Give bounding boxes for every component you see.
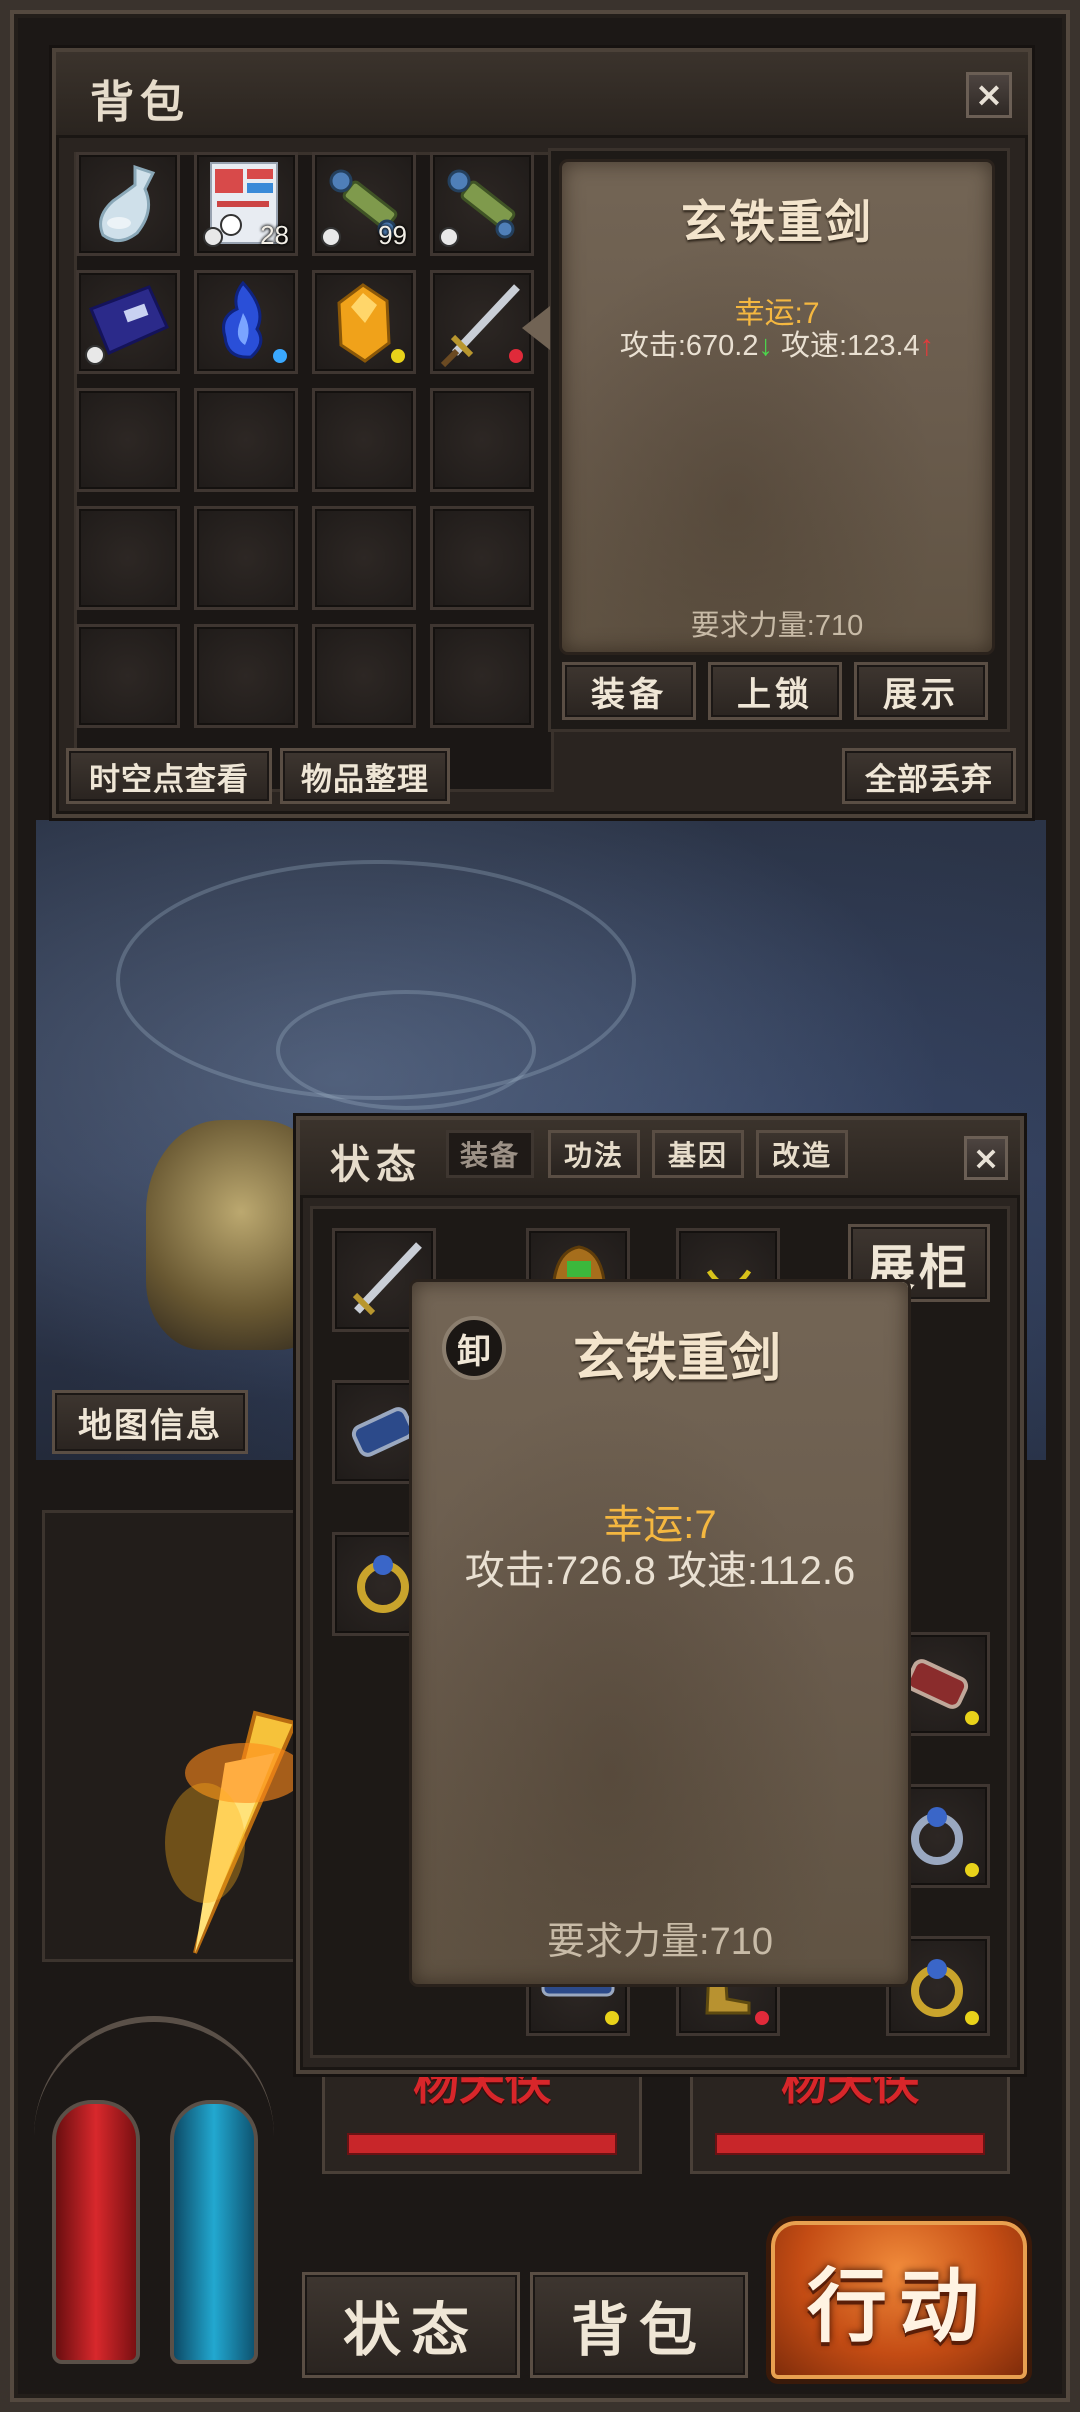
tooltip-item-name: 玄铁重剑 <box>572 1329 781 1389</box>
item-count: 28 <box>260 220 289 250</box>
tab-modify-label: 改造 <box>771 1139 832 1172</box>
equip-button[interactable]: 装备 <box>562 662 696 720</box>
socket-dot-icon <box>509 349 523 363</box>
bag-slot-sword[interactable] <box>430 270 534 374</box>
show-button[interactable]: 展示 <box>854 662 988 720</box>
flaming-sword-icon <box>165 1710 305 1954</box>
tooltip-stats: 攻击:726.8 攻速:112.6 <box>464 1549 856 1593</box>
bag-slot-amber-crystal[interactable] <box>312 270 416 374</box>
tab-modify[interactable]: 改造 <box>756 1130 848 1178</box>
lock-button[interactable]: 上锁 <box>708 662 842 720</box>
hp-bottle <box>52 2100 140 2364</box>
bag-slot-empty[interactable] <box>430 506 534 610</box>
socket-dot-icon <box>391 349 405 363</box>
bind-skull-icon <box>85 345 105 365</box>
equipped-item-tooltip: 卸 玄铁重剑 幸运:7 攻击:726.8 攻速:112.6 要求力量:710 <box>412 1282 908 1984</box>
bottle-icon <box>99 164 156 242</box>
status-close-button[interactable]: × <box>964 1136 1008 1180</box>
weapon-display-panel <box>42 1510 312 1962</box>
close-icon: × <box>972 1139 1000 1177</box>
socket-dot-icon <box>965 1711 979 1725</box>
tooltip-requirement: 要求力量:710 <box>690 610 864 642</box>
bag-slot-empty[interactable] <box>194 506 298 610</box>
bag-slot-blue-book[interactable] <box>76 270 180 374</box>
unequip-label: 卸 <box>457 1331 491 1372</box>
tooltip-stats: 攻击:670.2↓ 攻速:123.4↑ <box>562 322 992 364</box>
tab-genes-label: 基因 <box>667 1139 728 1172</box>
tab-skills[interactable]: 功法 <box>548 1130 640 1178</box>
bag-slot-empty[interactable] <box>194 388 298 492</box>
bag-slot-green-scroll[interactable] <box>430 152 534 256</box>
tab-skills-label: 功法 <box>563 1139 624 1172</box>
show-label: 展示 <box>883 674 959 715</box>
bag-slot-empty[interactable] <box>312 624 416 728</box>
bag-slot-blue-flame[interactable] <box>194 270 298 374</box>
discard-all-label: 全部丢弃 <box>865 761 993 798</box>
item-count: 99 <box>378 220 407 250</box>
sort-items-button[interactable]: 物品整理 <box>280 748 450 804</box>
tooltip-item-name: 玄铁重剑 <box>681 195 873 249</box>
bag-close-button[interactable]: × <box>966 72 1012 118</box>
tab-equipment-label: 装备 <box>459 1139 520 1172</box>
close-icon: × <box>974 75 1004 115</box>
bag-slot-empty[interactable] <box>312 388 416 492</box>
bag-slot-empty[interactable] <box>430 624 534 728</box>
arrow-up-icon: ↑ <box>919 330 935 362</box>
bag-title-bar: 背包 × <box>56 52 1028 138</box>
socket-dot-icon <box>273 349 287 363</box>
mp-bottle <box>170 2100 258 2364</box>
discard-all-button[interactable]: 全部丢弃 <box>842 748 1016 804</box>
tab-genes[interactable]: 基因 <box>652 1130 744 1178</box>
action-label: 行动 <box>807 2260 991 2353</box>
view-spacetime-button[interactable]: 时空点查看 <box>66 748 272 804</box>
speed-stat: 攻速:123.4 <box>781 330 920 362</box>
socket-dot-icon <box>965 1863 979 1877</box>
attack-stat: 攻击:670.2 <box>619 330 759 362</box>
nav-bag-label: 背包 <box>570 2296 707 2364</box>
bind-skull-icon <box>439 227 459 247</box>
nav-status-button[interactable]: 状态 <box>302 2272 520 2378</box>
unequip-badge[interactable]: 卸 <box>442 1316 506 1380</box>
bind-skull-icon <box>203 227 223 247</box>
tooltip-pointer <box>522 306 550 350</box>
bind-skull-icon <box>321 227 341 247</box>
sort-items-label: 物品整理 <box>301 761 429 798</box>
bag-slot-bottle[interactable] <box>76 152 180 256</box>
bag-slot-green-scroll[interactable]: 99 <box>312 152 416 256</box>
equip-label: 装备 <box>591 674 667 715</box>
nav-bag-button[interactable]: 背包 <box>530 2272 748 2378</box>
nav-status-label: 状态 <box>342 2296 479 2364</box>
bag-slot-empty[interactable] <box>430 388 534 492</box>
status-title: 状态 <box>330 1142 422 1188</box>
arrow-down-icon: ↓ <box>758 330 773 362</box>
lock-label: 上锁 <box>737 674 813 715</box>
bag-item-tooltip: 玄铁重剑 幸运:7 攻击:670.2↓ 攻速:123.4↑ 要求力量:710 <box>562 162 992 652</box>
map-info-label: 地图信息 <box>78 1405 222 1446</box>
bag-slot-scroll-pack[interactable]: 28 <box>194 152 298 256</box>
view-spacetime-label: 时空点查看 <box>89 761 249 798</box>
tab-equipment[interactable]: 装备 <box>446 1130 534 1178</box>
bag-title: 背包 <box>90 77 190 128</box>
tooltip-requirement: 要求力量:710 <box>547 1921 773 1963</box>
bag-slot-empty[interactable] <box>76 624 180 728</box>
action-button[interactable]: 行动 <box>766 2216 1032 2384</box>
bag-slot-empty[interactable] <box>76 506 180 610</box>
bag-slot-empty[interactable] <box>194 624 298 728</box>
bag-slot-empty[interactable] <box>312 506 416 610</box>
map-info-button[interactable]: 地图信息 <box>52 1390 248 1454</box>
bag-slot-empty[interactable] <box>76 388 180 492</box>
